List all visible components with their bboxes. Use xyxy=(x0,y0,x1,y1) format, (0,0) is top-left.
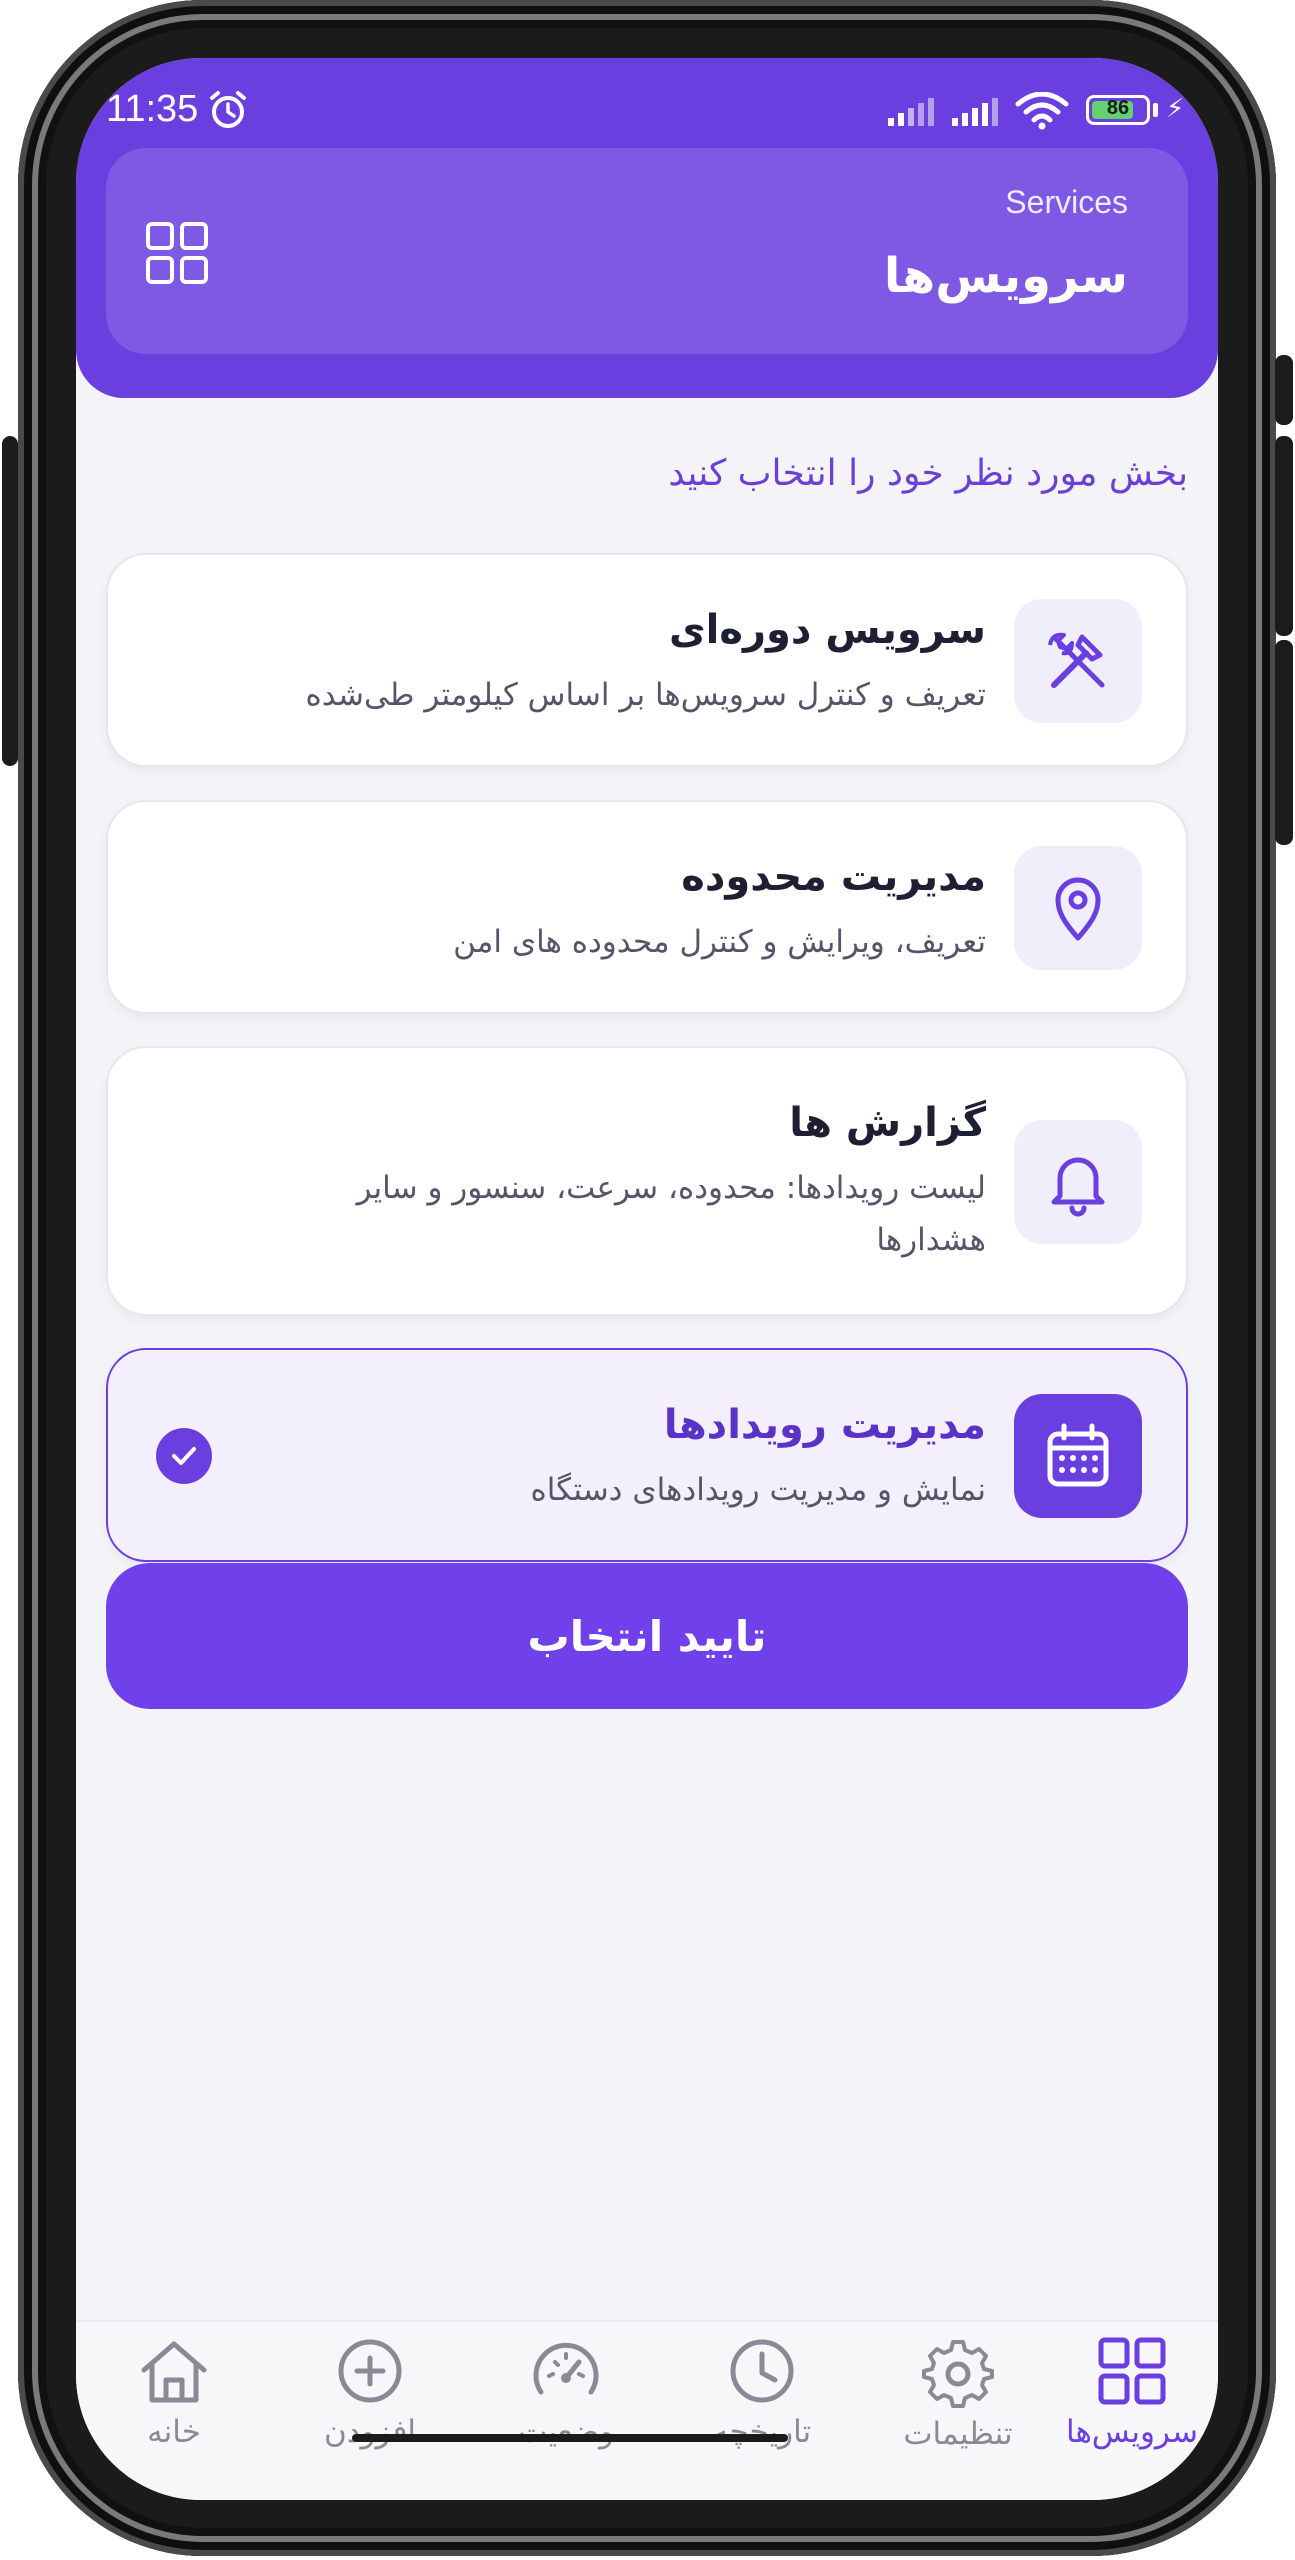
side-button xyxy=(1275,355,1293,425)
tools-icon xyxy=(1048,632,1105,688)
nav-item-add[interactable]: افزودن xyxy=(272,2336,468,2496)
bottom-nav: خانه افزودن وضعیت تاریخچه xyxy=(76,2320,1218,2500)
service-card-events[interactable]: مدیریت رویدادها نمایش و مدیریت رویدادهای… xyxy=(106,1348,1188,1562)
alarm-icon xyxy=(210,91,246,128)
side-button xyxy=(1275,640,1293,845)
nav-label: سرویس‌ها xyxy=(1066,2414,1198,2450)
nav-label: وضعیت xyxy=(517,2414,615,2450)
card-description: تعریف، ویرایش و کنترل محدوده های امن xyxy=(453,924,986,960)
nav-label: خانه xyxy=(147,2414,201,2450)
clock-icon xyxy=(730,2339,794,2403)
card-icon-box xyxy=(1014,1394,1142,1518)
instruction-text: بخش مورد نظر خود را انتخاب کنید xyxy=(668,453,1188,494)
card-title: گزارش ها xyxy=(789,1100,986,1146)
battery-percent: 86 xyxy=(1106,97,1130,119)
bell-icon xyxy=(1051,1157,1105,1217)
calendar-icon xyxy=(1047,1423,1109,1487)
card-title: مدیریت محدوده xyxy=(681,854,986,900)
location-pin-icon xyxy=(1055,877,1101,941)
card-title: سرویس دوره‌ای xyxy=(669,607,986,653)
gear-icon xyxy=(922,2340,994,2408)
side-button xyxy=(2,436,18,766)
service-card-periodic[interactable]: سرویس دوره‌ای تعریف و کنترل سرویس‌ها بر … xyxy=(106,553,1188,767)
home-indicator xyxy=(352,2434,788,2442)
nav-label: افزودن xyxy=(323,2414,417,2450)
nav-item-status[interactable]: وضعیت xyxy=(468,2336,664,2496)
battery-icon: 86 xyxy=(1086,95,1150,125)
plus-circle-icon xyxy=(338,2339,402,2403)
nav-item-home[interactable]: خانه xyxy=(76,2336,272,2496)
selected-check-icon xyxy=(156,1428,212,1484)
header-subtitle: Services xyxy=(1005,184,1128,220)
card-title: مدیریت رویدادها xyxy=(663,1402,986,1448)
charging-icon: ⚡ xyxy=(1166,94,1185,124)
nav-label: تاریخچه xyxy=(712,2414,812,2450)
nav-item-history[interactable]: تاریخچه xyxy=(664,2336,860,2496)
nav-item-services[interactable]: سرویس‌ها xyxy=(1034,2336,1218,2496)
card-icon-box xyxy=(1014,1120,1142,1244)
confirm-selection-button[interactable]: تایید انتخاب xyxy=(106,1563,1188,1709)
gauge-icon xyxy=(533,2342,599,2395)
nav-item-settings[interactable]: تنظیمات xyxy=(860,2336,1056,2496)
signal-icon xyxy=(952,98,998,126)
page-title: سرویس‌ها xyxy=(883,248,1128,304)
service-card-reports[interactable]: گزارش ها لیست رویدادها: محدوده، سرعت، سن… xyxy=(106,1046,1188,1316)
screen: 11:35 86 ⚡ Services سر xyxy=(76,58,1218,2500)
service-card-geofence[interactable]: مدیریت محدوده تعریف، ویرایش و کنترل محدو… xyxy=(106,800,1188,1014)
home-icon xyxy=(141,2341,207,2403)
card-description: نمایش و مدیریت رویدادهای دستگاه xyxy=(530,1472,986,1508)
card-icon-box xyxy=(1014,846,1142,970)
nav-label: تنظیمات xyxy=(903,2416,1013,2452)
side-button xyxy=(1275,436,1293,636)
card-description: لیست رویدادها: محدوده، سرعت، سنسور و سای… xyxy=(356,1170,986,1258)
card-icon-box xyxy=(1014,599,1142,723)
header-card: Services سرویس‌ها xyxy=(106,148,1188,354)
card-description: تعریف و کنترل سرویس‌ها بر اساس کیلومتر ط… xyxy=(305,677,986,713)
signal-icon xyxy=(888,98,934,126)
grid-icon xyxy=(1098,2337,1166,2405)
wifi-icon xyxy=(1015,92,1069,130)
status-time: 11:35 xyxy=(106,88,199,130)
grid-icon[interactable] xyxy=(142,218,212,288)
